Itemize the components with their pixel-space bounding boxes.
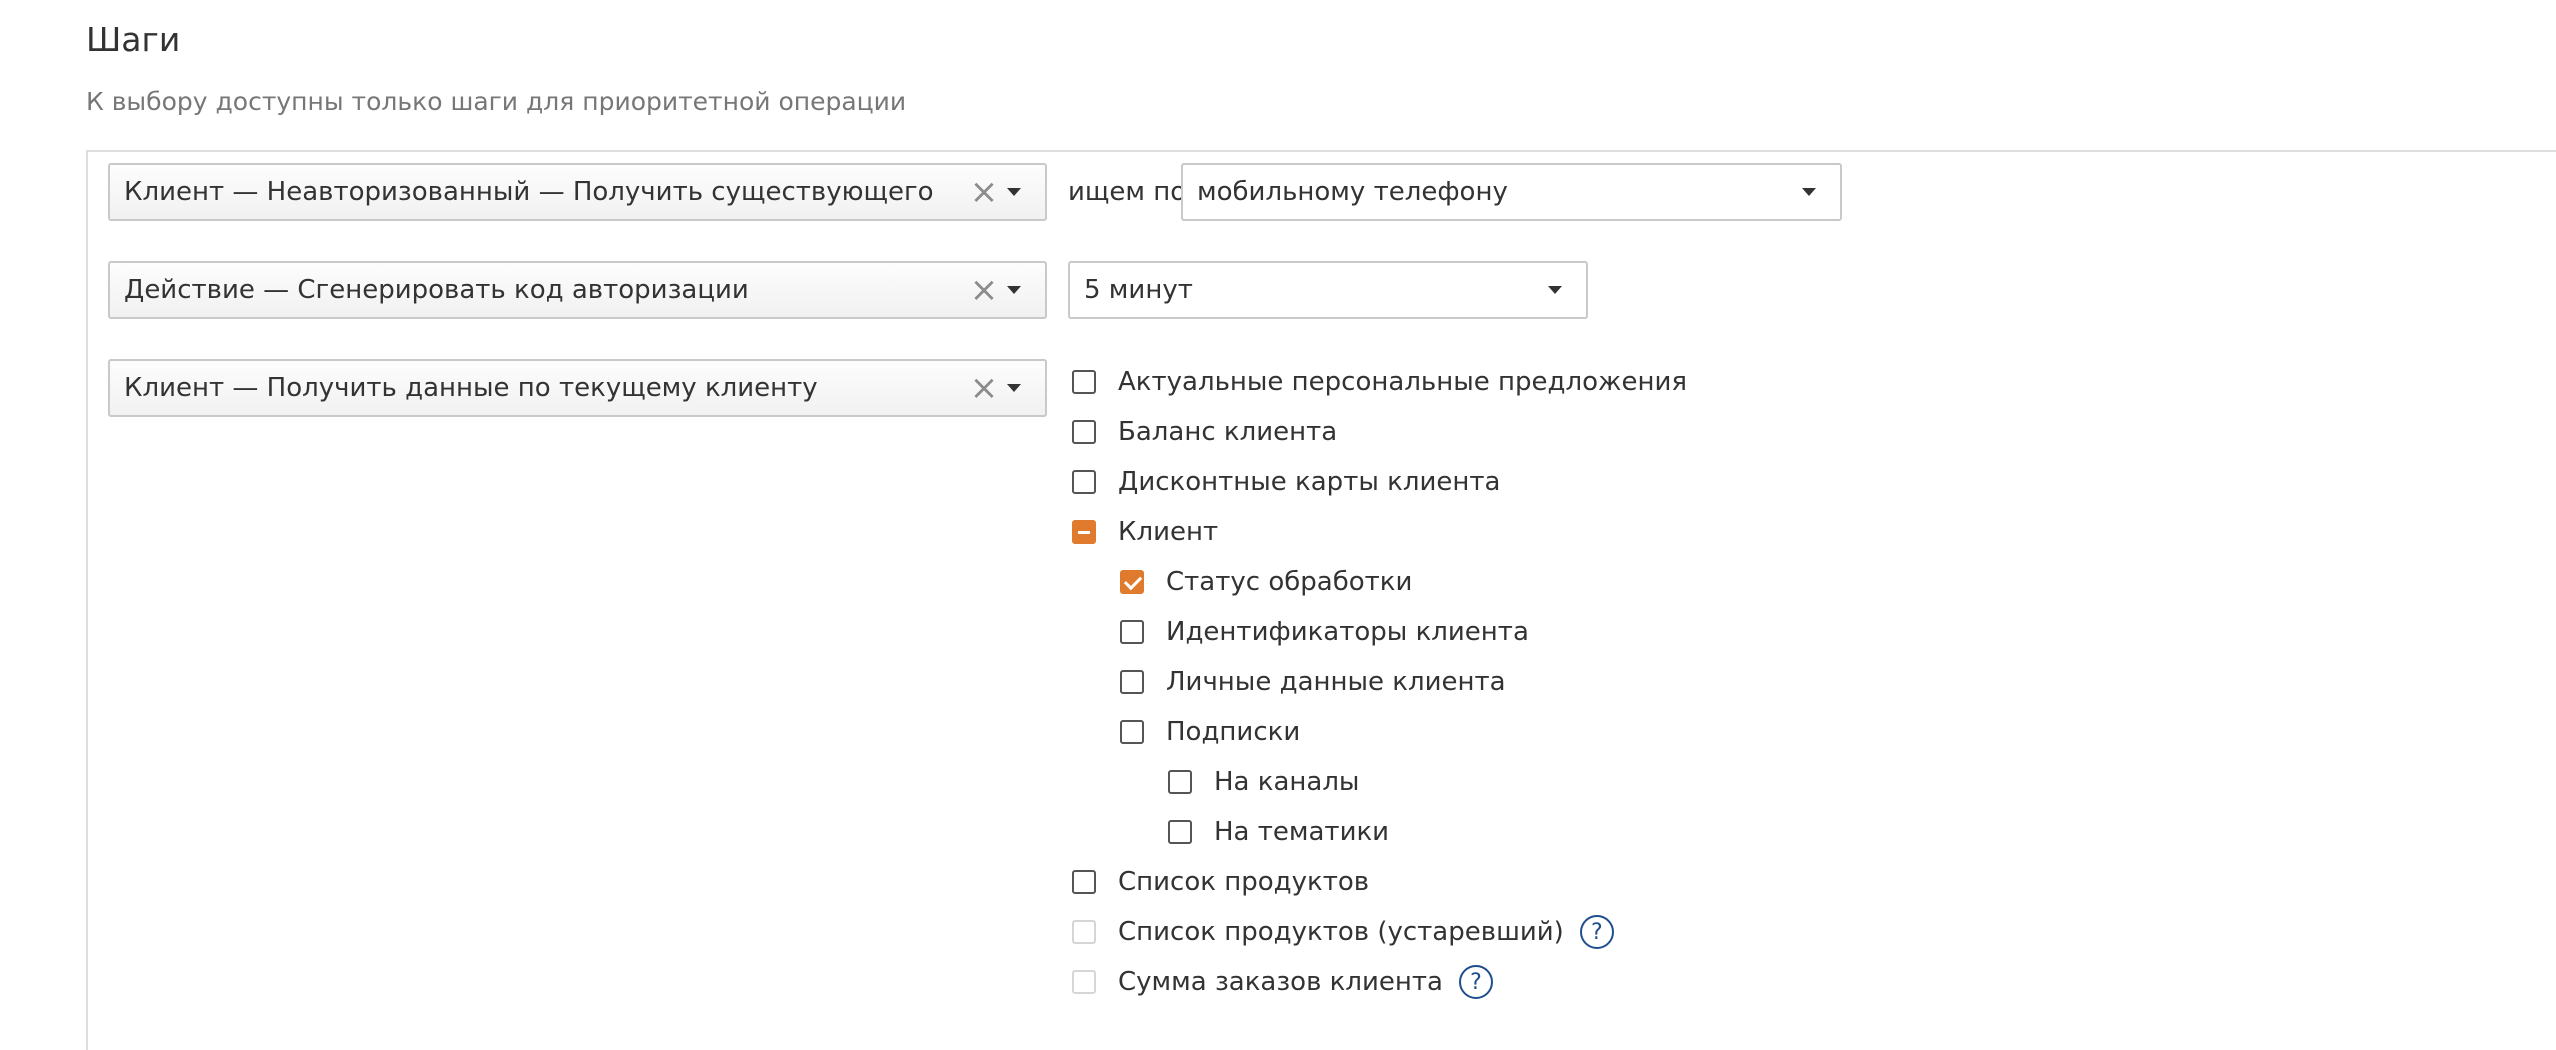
step-3-select[interactable]: Клиент — Получить данные по текущему кли… (108, 359, 1047, 417)
option-personal-offers[interactable]: Актуальные персональные предложения (1072, 362, 1687, 402)
chevron-down-icon[interactable] (1007, 384, 1021, 392)
chevron-down-icon[interactable] (1007, 188, 1021, 196)
option-personal-data[interactable]: Личные данные клиента (1120, 662, 1506, 702)
chevron-down-icon[interactable] (1007, 286, 1021, 294)
option-checkbox[interactable] (1072, 470, 1096, 494)
option-label: На тематики (1214, 817, 1390, 847)
option-orders-sum: Сумма заказов клиента ? (1072, 962, 1493, 1002)
option-label: Статус обработки (1166, 567, 1413, 597)
option-product-list-legacy: Список продуктов (устаревший) ? (1072, 912, 1614, 952)
step-1-param-select[interactable]: мобильному телефону (1181, 163, 1842, 221)
step-3-value: Клиент — Получить данные по текущему кли… (124, 373, 818, 403)
close-icon[interactable]: × (969, 273, 999, 307)
question-circle-icon[interactable]: ? (1458, 965, 1493, 999)
step-1-value: Клиент — Неавторизованный — Получить сущ… (124, 177, 934, 207)
option-label: На каналы (1214, 767, 1360, 797)
step-1-param-label: ищем по (1068, 177, 1187, 207)
chevron-down-icon[interactable] (1802, 188, 1816, 196)
option-checkbox[interactable] (1072, 370, 1096, 394)
option-checkbox[interactable] (1072, 870, 1096, 894)
option-checkbox[interactable] (1120, 670, 1144, 694)
step-2-value: Действие — Сгенерировать код авторизации (124, 275, 749, 305)
page-subtitle: К выбору доступны только шаги для приори… (86, 87, 907, 116)
option-product-list[interactable]: Список продуктов (1072, 862, 1369, 902)
option-checkbox[interactable] (1072, 520, 1096, 544)
option-subscriptions-channels[interactable]: На каналы (1168, 762, 1359, 802)
option-label: Сумма заказов клиента (1118, 967, 1443, 997)
option-checkbox[interactable] (1072, 420, 1096, 444)
option-label: Подписки (1166, 717, 1301, 747)
step-1-select[interactable]: Клиент — Неавторизованный — Получить сущ… (108, 163, 1047, 221)
page-title: Шаги (86, 20, 181, 59)
step-1-param-value: мобильному телефону (1197, 177, 1508, 207)
option-label: Список продуктов (1118, 867, 1370, 897)
option-checkbox[interactable] (1168, 820, 1192, 844)
option-label: Клиент (1118, 517, 1219, 547)
close-icon[interactable]: × (969, 175, 999, 209)
option-label: Личные данные клиента (1166, 667, 1506, 697)
option-label: Баланс клиента (1118, 417, 1338, 447)
question-circle-icon[interactable]: ? (1579, 915, 1614, 949)
option-label: Идентификаторы клиента (1166, 617, 1529, 647)
option-label: Дисконтные карты клиента (1118, 467, 1501, 497)
option-client-balance[interactable]: Баланс клиента (1072, 412, 1337, 452)
option-label: Актуальные персональные предложения (1118, 367, 1688, 397)
option-checkbox[interactable] (1120, 570, 1144, 594)
option-discount-cards[interactable]: Дисконтные карты клиента (1072, 462, 1500, 502)
option-processing-status[interactable]: Статус обработки (1120, 562, 1412, 602)
step-2-select[interactable]: Действие — Сгенерировать код авторизации… (108, 261, 1047, 319)
option-label: Список продуктов (устаревший) (1118, 917, 1564, 947)
option-checkbox (1072, 920, 1096, 944)
option-client[interactable]: Клиент (1072, 512, 1218, 552)
option-checkbox (1072, 970, 1096, 994)
option-checkbox[interactable] (1120, 620, 1144, 644)
option-checkbox[interactable] (1120, 720, 1144, 744)
step-2-param-value: 5 минут (1084, 275, 1193, 305)
step-2-param-select[interactable]: 5 минут (1068, 261, 1588, 319)
option-subscriptions[interactable]: Подписки (1120, 712, 1300, 752)
chevron-down-icon[interactable] (1548, 286, 1562, 294)
option-subscriptions-topics[interactable]: На тематики (1168, 812, 1389, 852)
option-client-identifiers[interactable]: Идентификаторы клиента (1120, 612, 1529, 652)
option-checkbox[interactable] (1168, 770, 1192, 794)
close-icon[interactable]: × (969, 371, 999, 405)
